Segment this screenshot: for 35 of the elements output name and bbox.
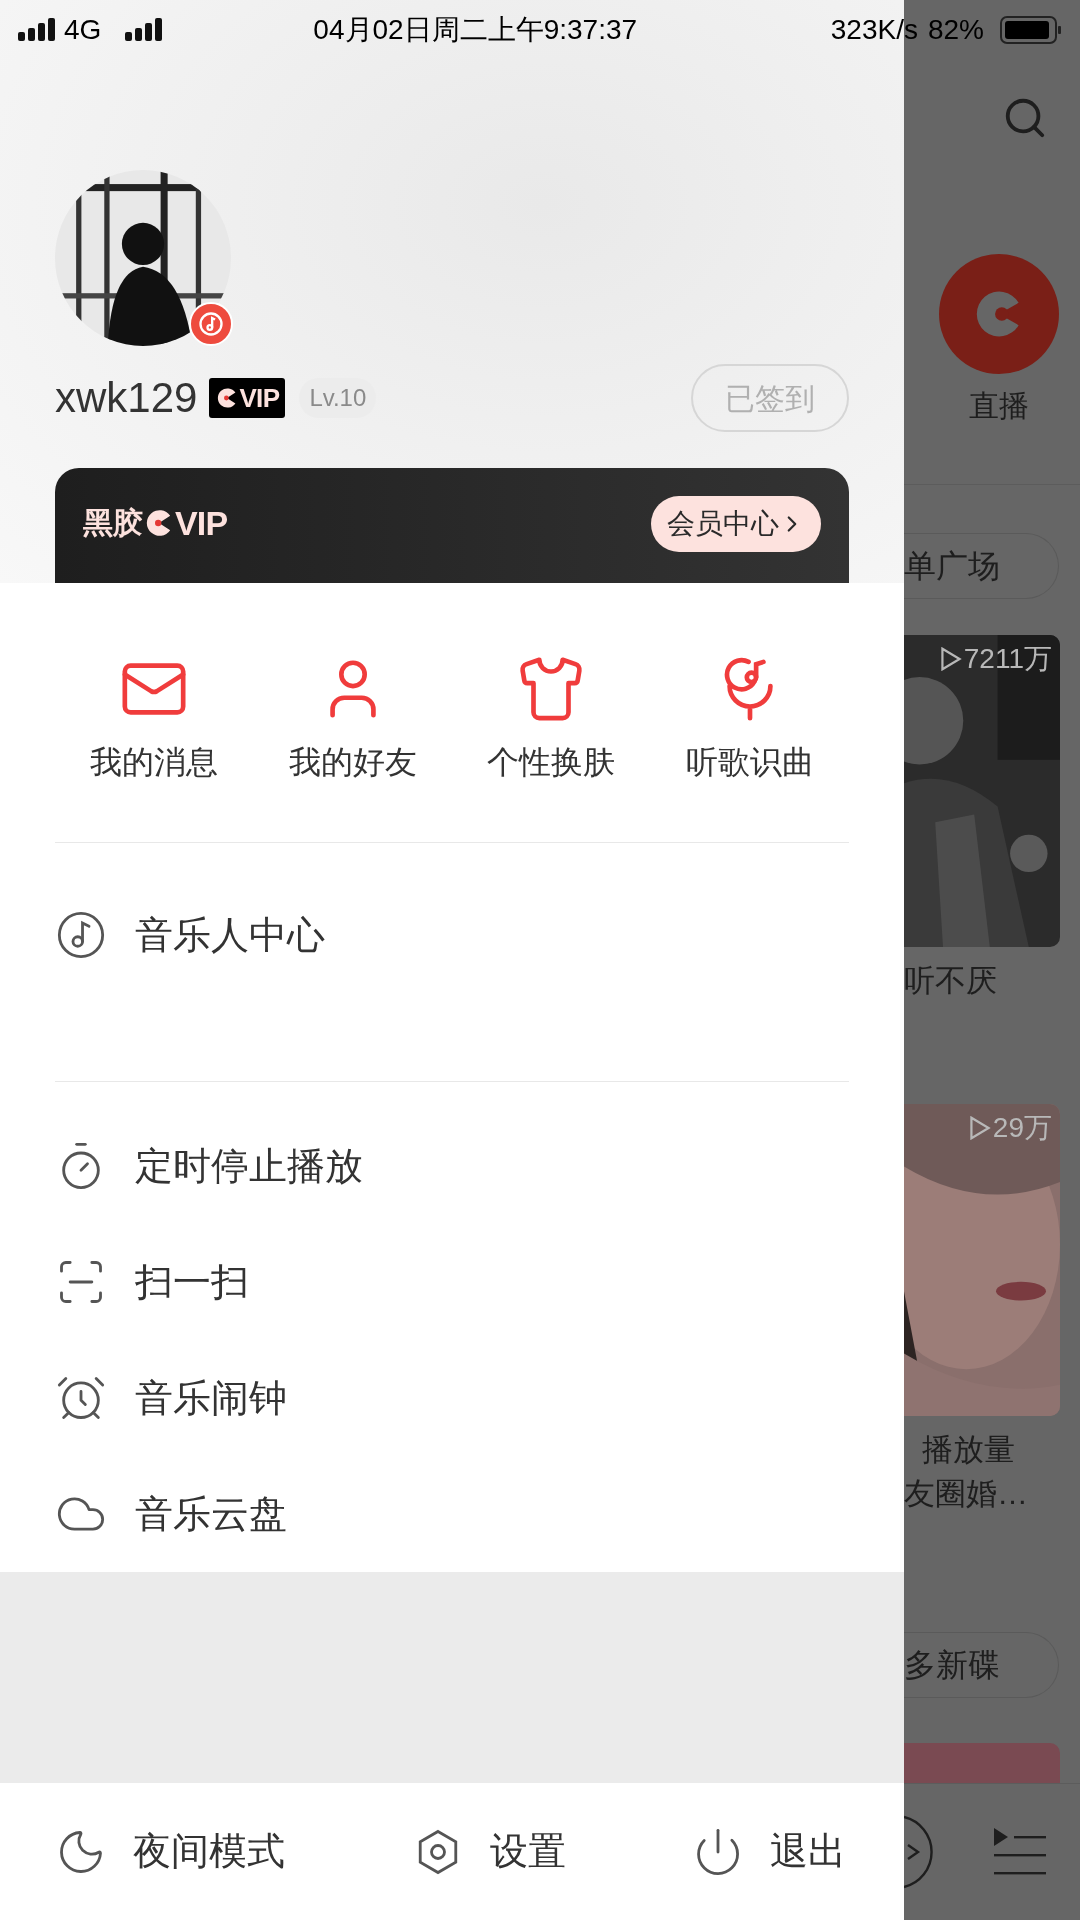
menu-item[interactable]: 扫一扫 — [55, 1224, 849, 1340]
playlist-title: 听不厌 — [904, 962, 998, 1000]
username: xwk129 — [55, 373, 198, 423]
battery-icon — [1000, 16, 1062, 44]
bottom-bar-button[interactable]: 退出 — [692, 1823, 846, 1880]
music-note-icon — [55, 909, 107, 961]
network-type: 4G — [64, 13, 102, 47]
bottom-bar-button[interactable]: 设置 — [411, 1823, 566, 1880]
menu-item[interactable]: 定时停止播放 — [55, 1108, 849, 1224]
menu-item[interactable]: 音乐云盘 — [55, 1456, 849, 1572]
vip-brand: 黑胶 — [83, 508, 143, 538]
quick-action-button[interactable]: 我的好友 — [253, 654, 452, 782]
vip-card[interactable]: 黑胶 VIP 会员中心 — [55, 468, 849, 583]
play-count: 7211万 — [963, 642, 1052, 676]
bottom-bar-button[interactable]: 夜间模式 — [55, 1823, 285, 1880]
music-badge-icon — [189, 302, 233, 346]
playlist-title: 播放量 — [921, 1431, 1016, 1469]
vip-badge: VIP — [209, 378, 286, 418]
play-icon — [939, 647, 962, 671]
vip-brand-suffix: VIP — [175, 506, 228, 540]
play-count: 29万 — [992, 1111, 1052, 1145]
quick-action-button[interactable]: 我的消息 — [55, 654, 254, 782]
level-badge: Lv.10 — [299, 378, 377, 418]
menu-item[interactable]: 音乐闹钟 — [55, 1340, 849, 1456]
playlist-title: 友圈婚… — [904, 1475, 1029, 1513]
status-time: 04月02日周二上午9:37:37 — [313, 13, 638, 47]
member-center-button[interactable]: 会员中心 — [651, 496, 821, 552]
quick-action-button[interactable]: 个性换肤 — [452, 654, 651, 782]
play-icon — [968, 1116, 991, 1140]
playlist-card[interactable]: 7211万 — [904, 635, 1060, 947]
quick-action-button[interactable]: 听歌识曲 — [650, 654, 849, 782]
live-label: 直播 — [969, 388, 1029, 424]
signal-icon — [18, 18, 58, 42]
menu-item[interactable]: 音乐人中心 — [55, 877, 849, 993]
battery-percent: 82% — [927, 13, 984, 47]
